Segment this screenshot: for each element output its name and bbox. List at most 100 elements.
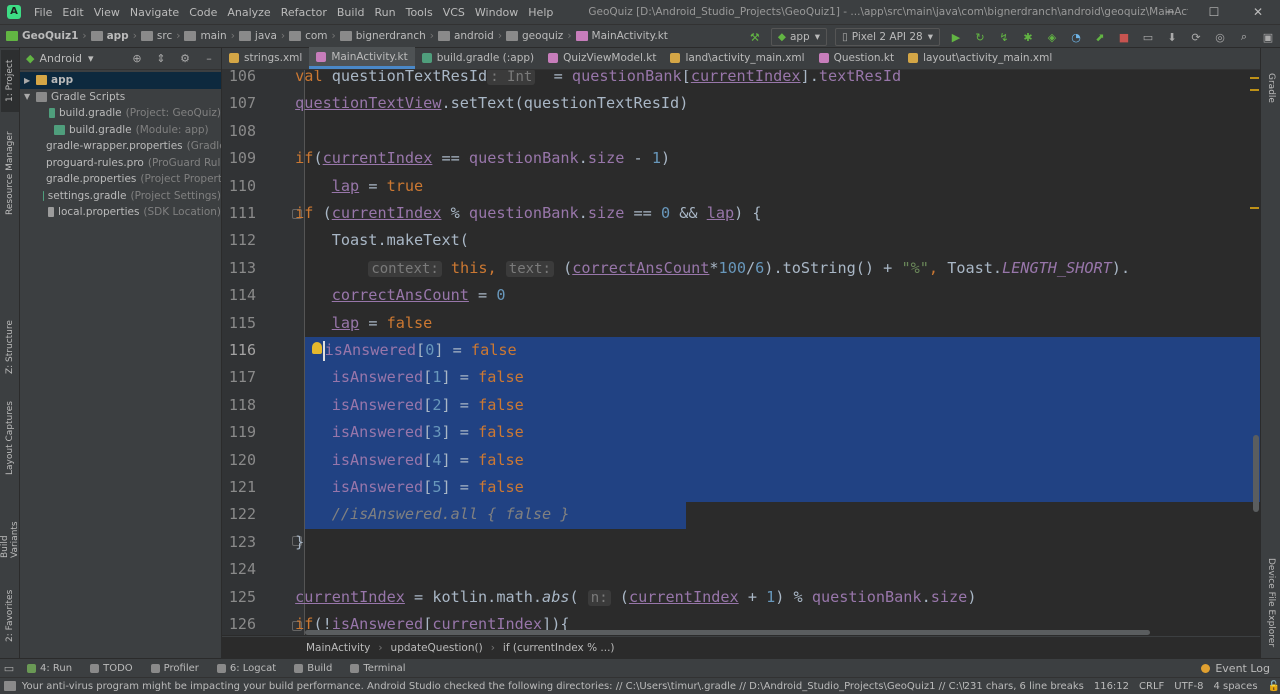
- favorites-tab[interactable]: 2: Favorites: [1, 586, 19, 646]
- bottom-tab-build[interactable]: Build: [285, 663, 341, 674]
- close-icon[interactable]: ✕: [1236, 0, 1280, 24]
- file-encoding[interactable]: UTF-8: [1174, 681, 1203, 692]
- editor-tab[interactable]: layout\activity_main.xml: [901, 47, 1059, 69]
- bottom-tab-profiler[interactable]: Profiler: [142, 663, 208, 674]
- chevron-right-icon: ›: [378, 641, 383, 654]
- bottom-tab-logcat[interactable]: 6: Logcat: [208, 663, 285, 674]
- project-panel-header: ◆ Android ▾ ⊕ ⇕ ⚙ –: [20, 48, 221, 70]
- nav-crumb[interactable]: MainActivity.kt: [575, 30, 668, 42]
- locate-icon[interactable]: ⊕: [125, 52, 149, 65]
- assistant-icon[interactable]: ▣: [1258, 27, 1278, 47]
- menu-analyze[interactable]: Analyze: [222, 6, 275, 19]
- menu-build[interactable]: Build: [332, 6, 370, 19]
- horizontal-scrollbar[interactable]: [305, 630, 1150, 635]
- collapse-all-icon[interactable]: ⇕: [149, 52, 173, 65]
- menu-file[interactable]: File: [29, 6, 57, 19]
- debug-icon[interactable]: ✱: [1018, 27, 1038, 47]
- expand-arrow-icon[interactable]: ▶: [24, 76, 36, 85]
- tool-window-icon[interactable]: [4, 681, 16, 691]
- menu-view[interactable]: View: [89, 6, 125, 19]
- menu-code[interactable]: Code: [184, 6, 222, 19]
- nav-crumb[interactable]: app ›: [90, 30, 137, 42]
- lock-icon[interactable]: 🔓: [1268, 681, 1280, 692]
- nav-crumb[interactable]: java ›: [238, 30, 285, 42]
- editor-tab[interactable]: build.gradle (:app): [415, 47, 541, 69]
- editor-tab[interactable]: land\activity_main.xml: [663, 47, 811, 69]
- toggle-tool-windows-icon[interactable]: ▭: [0, 662, 18, 675]
- project-view-select[interactable]: ◆ Android ▾: [26, 52, 94, 65]
- run-icon[interactable]: ▶: [946, 27, 966, 47]
- tree-item[interactable]: local.properties (SDK Location): [20, 204, 221, 221]
- bottom-tab-todo[interactable]: TODO: [81, 663, 142, 674]
- line-separator[interactable]: CRLF: [1139, 681, 1164, 692]
- nav-crumb[interactable]: com ›: [289, 30, 336, 42]
- code-line: //isAnswered.all { false }: [331, 505, 570, 524]
- tree-item[interactable]: ▼ Gradle Scripts: [20, 89, 221, 106]
- bottom-tab-terminal[interactable]: Terminal: [341, 663, 414, 674]
- coverage-icon[interactable]: ◈: [1042, 27, 1062, 47]
- project-tool-tab[interactable]: 1: Project: [1, 50, 19, 112]
- menu-help[interactable]: Help: [523, 6, 558, 19]
- nav-crumb[interactable]: geoquiz ›: [506, 30, 572, 42]
- sdk-manager-icon[interactable]: ⬇: [1162, 27, 1182, 47]
- resource-manager-tab[interactable]: Resource Manager: [1, 128, 19, 218]
- search-icon[interactable]: ⌕: [1234, 27, 1254, 47]
- tree-item[interactable]: gradle-wrapper.properties(Gradle: [20, 138, 221, 155]
- minimize-icon[interactable]: ─: [1148, 0, 1192, 24]
- bottom-tab-run[interactable]: 4: Run: [18, 663, 81, 674]
- editor-tab[interactable]: MainActivity.kt: [309, 47, 415, 69]
- rerun-icon[interactable]: ↻: [970, 27, 990, 47]
- apply-changes-icon[interactable]: ↯: [994, 27, 1014, 47]
- menu-tools[interactable]: Tools: [401, 6, 438, 19]
- menu-window[interactable]: Window: [470, 6, 523, 19]
- status-message[interactable]: Your anti-virus program might be impacti…: [16, 681, 964, 692]
- maximize-icon[interactable]: ☐: [1192, 0, 1236, 24]
- menu-navigate[interactable]: Navigate: [125, 6, 184, 19]
- profile-icon[interactable]: ◔: [1066, 27, 1086, 47]
- run-config-select[interactable]: ◆ app ▾: [770, 28, 827, 46]
- nav-crumb[interactable]: GeoQuiz1 ›: [6, 30, 87, 42]
- stop-icon[interactable]: ■: [1114, 27, 1134, 47]
- expand-arrow-icon[interactable]: ▼: [24, 92, 36, 101]
- device-file-explorer-tab[interactable]: Device File Explorer: [1262, 553, 1280, 653]
- nav-crumb[interactable]: src ›: [140, 30, 180, 42]
- hammer-icon[interactable]: ⚒: [745, 27, 765, 47]
- code-editor[interactable]: 106 107 108 109 110 111 112 113 114 115 116 117 118 1…: [222, 70, 1260, 635]
- tree-item[interactable]: build.gradle (Project: GeoQuiz): [20, 105, 221, 122]
- gradle-tab[interactable]: Gradle: [1262, 68, 1280, 108]
- vertical-scrollbar[interactable]: [1253, 435, 1259, 512]
- attach-debugger-icon[interactable]: ⬈: [1090, 27, 1110, 47]
- editor-tab[interactable]: QuizViewModel.kt: [541, 47, 663, 69]
- tree-item[interactable]: gradle.properties(Project Properties: [20, 171, 221, 188]
- menu-edit[interactable]: Edit: [57, 6, 88, 19]
- menu-vcs[interactable]: VCS: [438, 6, 470, 19]
- chevron-right-icon: ›: [132, 30, 137, 42]
- menu-refactor[interactable]: Refactor: [276, 6, 332, 19]
- device-select[interactable]: ▯ Pixel 2 API 28 ▾: [834, 28, 940, 46]
- tree-item[interactable]: ▶ app: [20, 72, 221, 89]
- breadcrumb-item[interactable]: updateQuestion(): [391, 642, 483, 654]
- editor-tab[interactable]: strings.xml: [222, 47, 309, 69]
- editor-tab[interactable]: Question.kt: [812, 47, 902, 69]
- indent-setting[interactable]: 4 spaces: [1213, 681, 1257, 692]
- nav-crumb[interactable]: bignerdranch ›: [339, 30, 434, 42]
- structure-tab[interactable]: Z: Structure: [1, 316, 19, 378]
- caret-position[interactable]: 116:12: [1094, 681, 1129, 692]
- layout-inspector-icon[interactable]: ◎: [1210, 27, 1230, 47]
- event-log-button[interactable]: Event Log: [1201, 662, 1280, 675]
- nav-crumb[interactable]: main ›: [184, 30, 235, 42]
- nav-crumb[interactable]: android ›: [437, 30, 502, 42]
- layout-captures-tab[interactable]: Layout Captures: [1, 398, 19, 478]
- hide-icon[interactable]: –: [197, 52, 221, 65]
- breadcrumb-item[interactable]: if (currentIndex % ...): [503, 642, 615, 654]
- file-icon: [48, 207, 55, 218]
- tree-item[interactable]: proguard-rules.pro(ProGuard Rules: [20, 155, 221, 172]
- breadcrumb-item[interactable]: MainActivity: [306, 642, 370, 654]
- avd-manager-icon[interactable]: ▭: [1138, 27, 1158, 47]
- tree-item[interactable]: settings.gradle (Project Settings): [20, 188, 221, 205]
- menu-run[interactable]: Run: [370, 6, 401, 19]
- gear-icon[interactable]: ⚙: [173, 52, 197, 65]
- tree-item[interactable]: build.gradle (Module: app): [20, 122, 221, 139]
- sync-gradle-icon[interactable]: ⟳: [1186, 27, 1206, 47]
- build-variants-tab[interactable]: Build Variants: [0, 498, 20, 558]
